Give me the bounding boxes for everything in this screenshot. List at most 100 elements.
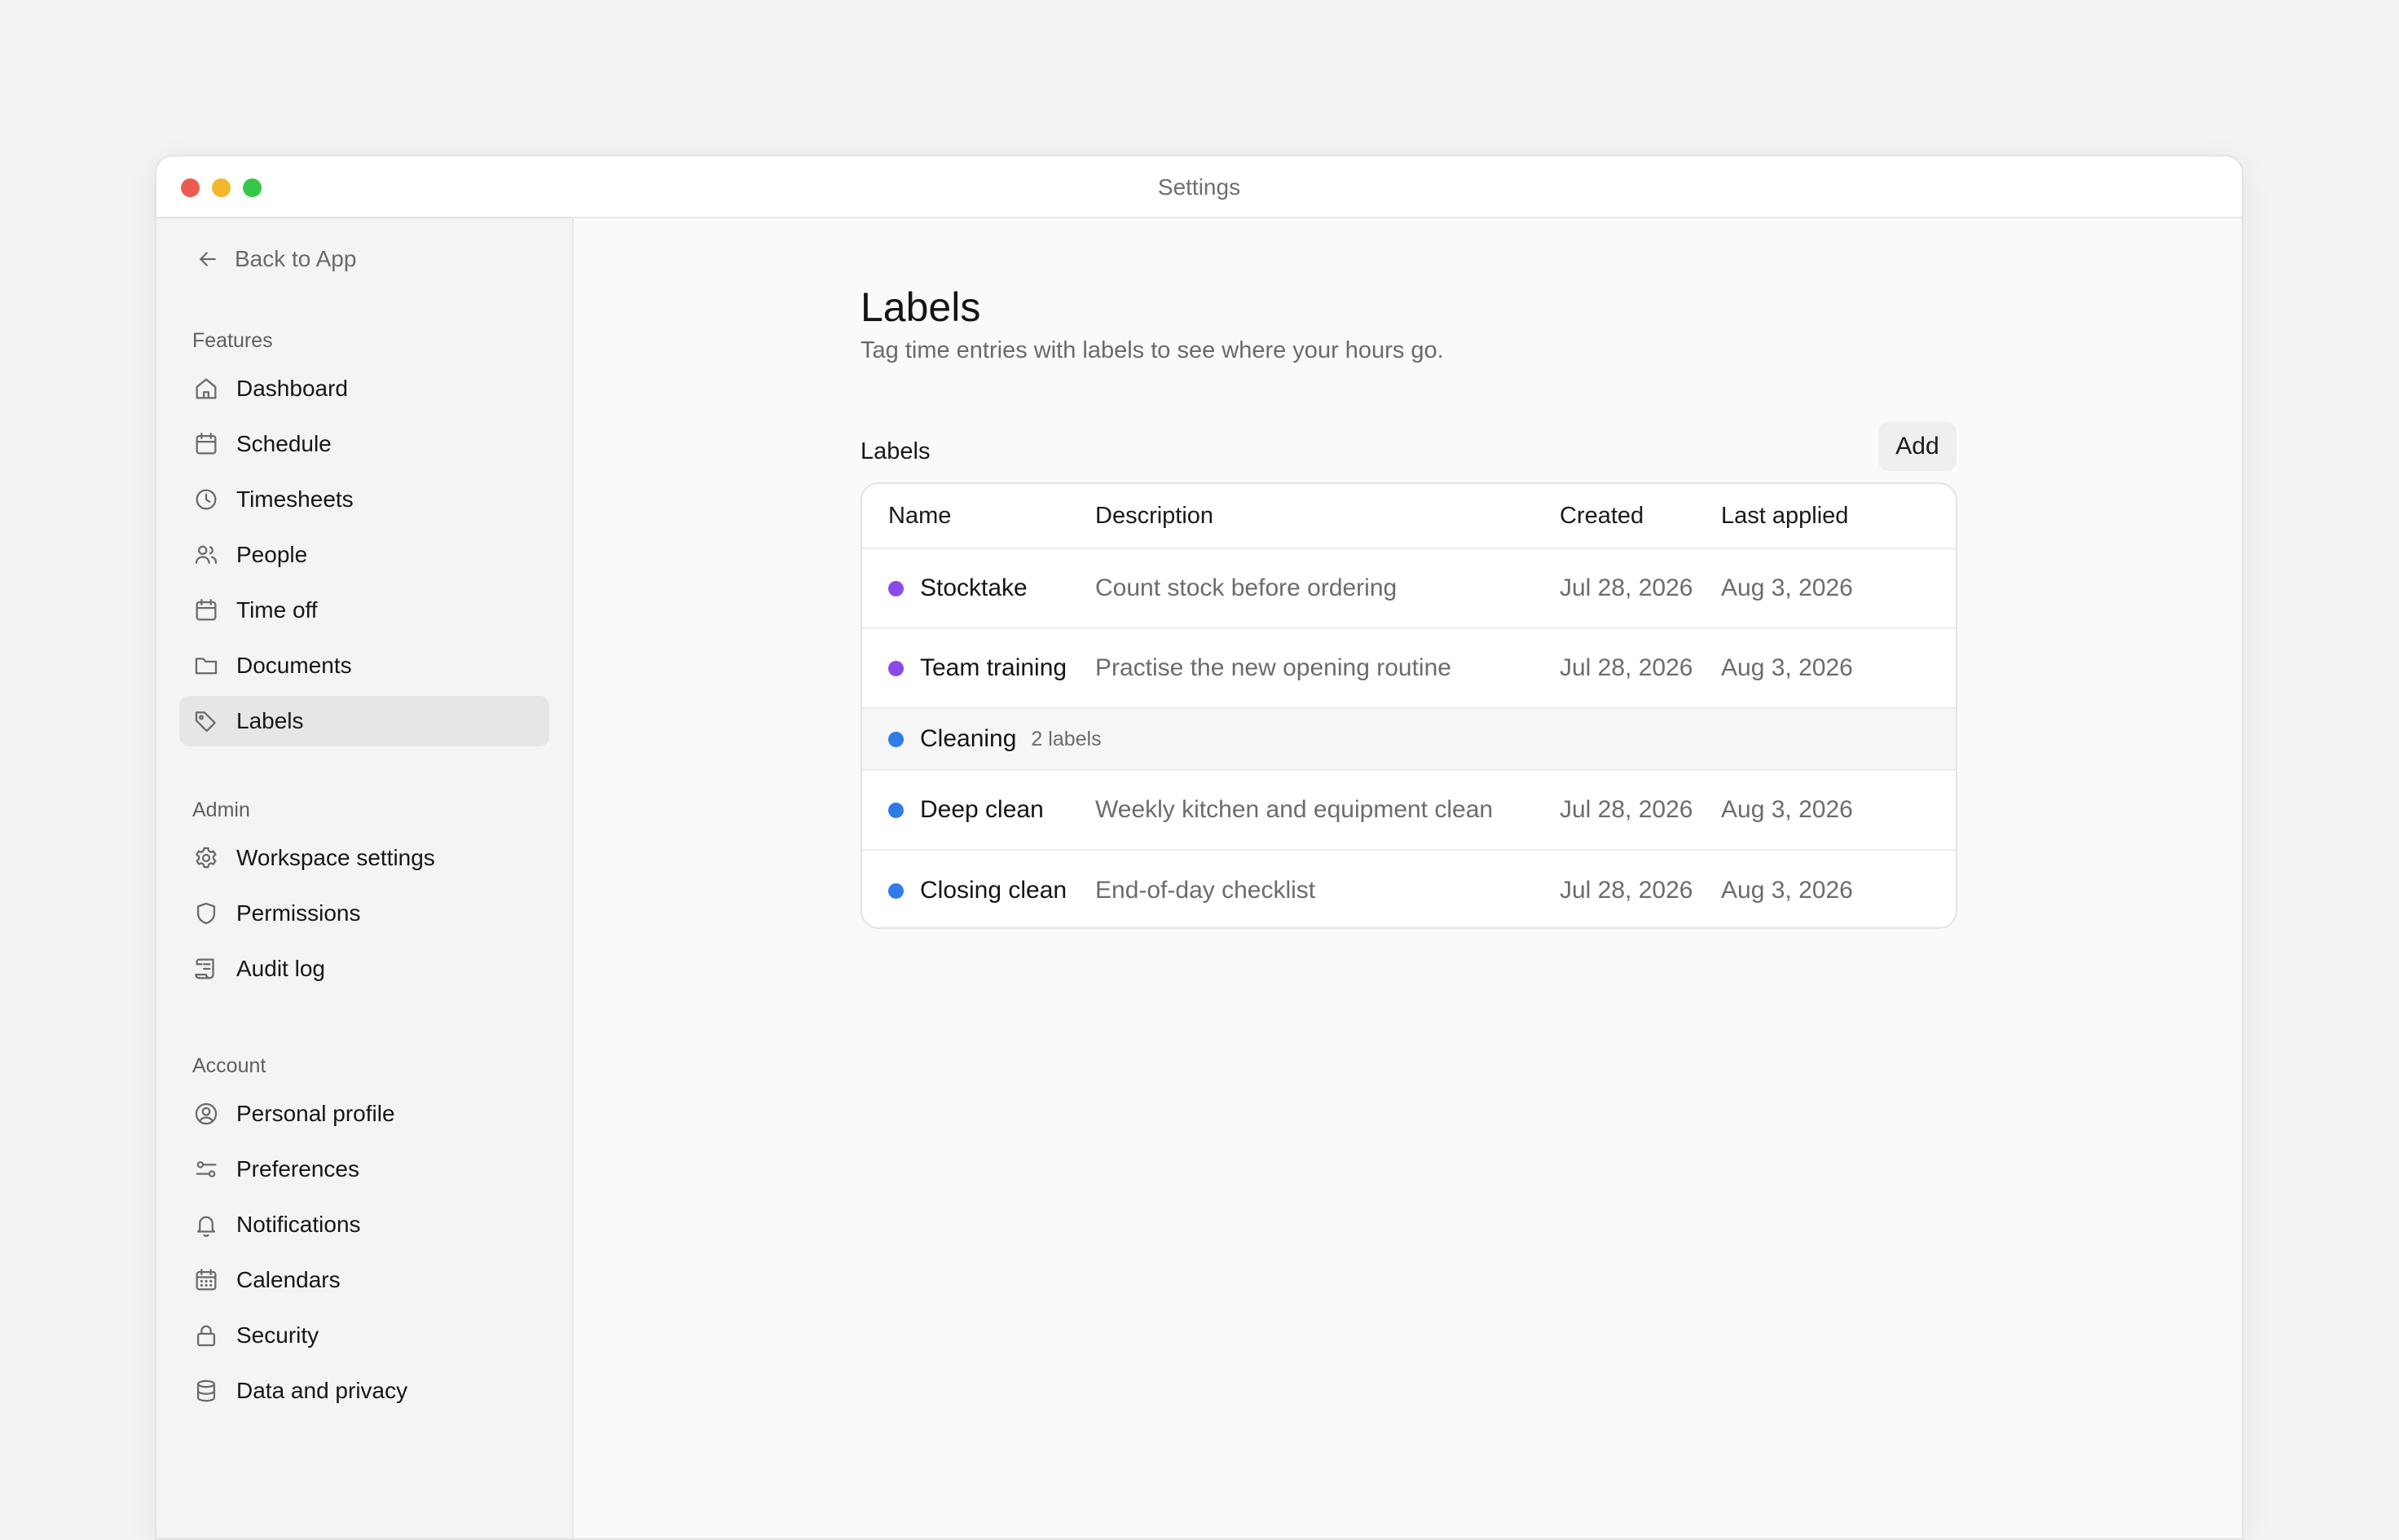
label-last-applied: Aug 3, 2026 [1721,796,1853,823]
column-header-created[interactable]: Created [1560,484,1644,548]
group-label-count: 2 labels [1031,727,1102,750]
sidebar-item-workspace-settings[interactable]: Workspace settings [179,833,549,883]
table-row[interactable]: Stocktake Count stock before ordering Ju… [862,549,1956,629]
add-label-button[interactable]: Add [1878,422,1957,471]
sidebar-item-label: Timesheets [236,486,354,512]
back-to-app-label: Back to App [235,246,357,271]
user-circle-icon [192,1100,220,1128]
title-bar: Settings [156,156,2242,218]
sidebar-item-label: Security [236,1322,319,1348]
label-color-swatch [888,660,904,676]
group-name-cell: Cleaning 2 labels [888,709,1102,769]
sidebar-item-label: Preferences [236,1156,359,1181]
sidebar-item-label: Schedule [236,431,332,456]
label-created: Jul 28, 2026 [1560,574,1693,601]
section-title-account: Account [192,1054,266,1077]
sidebar-item-label: Documents [236,653,352,678]
sidebar-item-calendars[interactable]: Calendars [179,1255,549,1305]
label-description: Practise the new opening routine [1095,654,1451,681]
arrow-left-icon [196,247,220,271]
sidebar-item-label: Personal profile [236,1101,395,1126]
main-content: Labels Tag time entries with labels to s… [574,218,2242,1538]
label-name: Closing clean [920,877,1067,904]
sidebar-item-data-and-privacy[interactable]: Data and privacy [179,1366,549,1416]
back-to-app-link[interactable]: Back to App [196,241,356,277]
bell-icon [192,1211,220,1239]
label-name-cell: Deep clean [888,771,1044,849]
sidebar-item-personal-profile[interactable]: Personal profile [179,1089,549,1139]
tag-icon [192,707,220,735]
sidebar-item-security[interactable]: Security [179,1310,549,1361]
label-last-applied: Aug 3, 2026 [1721,877,1853,904]
label-group-row[interactable]: Cleaning 2 labels [862,709,1956,771]
sidebar-item-label: Labels [236,708,304,733]
labels-section-title: Labels [861,438,931,464]
label-name: Stocktake [920,574,1028,601]
page-subtitle: Tag time entries with labels to see wher… [861,337,1444,363]
sidebar-item-label: Permissions [236,900,361,926]
settings-window: Settings Back to App Features Dashboard … [155,155,2243,1540]
section-title-admin: Admin [192,799,250,821]
sidebar-item-audit-log[interactable]: Audit log [179,944,549,994]
table-row[interactable]: Closing clean End-of-day checklist Jul 2… [862,851,1956,927]
sidebar-item-label: Dashboard [236,376,348,401]
label-created: Jul 28, 2026 [1560,796,1693,823]
group-name: Cleaning [920,725,1017,752]
users-icon [192,541,220,569]
sidebar-item-label: Time off [236,597,318,623]
clock-icon [192,486,220,513]
sidebar-item-label: Workspace settings [236,845,435,870]
sidebar-item-dashboard[interactable]: Dashboard [179,363,549,414]
label-name: Team training [920,654,1067,681]
section-title-features: Features [192,329,273,352]
label-name-cell: Stocktake [888,549,1028,627]
page-title: Labels [861,284,981,330]
table-row[interactable]: Deep clean Weekly kitchen and equipment … [862,771,1956,851]
sidebar-item-documents[interactable]: Documents [179,640,549,691]
label-color-swatch [888,580,904,596]
window-title: Settings [1157,174,1241,200]
label-name: Deep clean [920,796,1044,823]
calendar-icon [192,430,220,458]
sidebar-item-labels[interactable]: Labels [179,696,549,746]
home-icon [192,375,220,403]
sidebar-item-preferences[interactable]: Preferences [179,1144,549,1195]
label-description: Weekly kitchen and equipment clean [1095,796,1494,823]
sidebar-item-timesheets[interactable]: Timesheets [179,474,549,525]
sidebar-item-permissions[interactable]: Permissions [179,888,549,939]
sidebar-item-label: Data and privacy [236,1378,408,1403]
sidebar-item-people[interactable]: People [179,530,549,580]
label-last-applied: Aug 3, 2026 [1721,654,1853,681]
sidebar-item-notifications[interactable]: Notifications [179,1199,549,1250]
lock-icon [192,1322,220,1349]
sidebar-item-schedule[interactable]: Schedule [179,419,549,469]
calendar-icon [192,596,220,624]
sliders-icon [192,1155,220,1183]
label-last-applied: Aug 3, 2026 [1721,574,1853,601]
label-description: Count stock before ordering [1095,574,1398,601]
sidebar: Back to App Features Dashboard Schedule … [156,218,574,1538]
label-created: Jul 28, 2026 [1560,654,1693,681]
label-color-swatch [888,802,904,818]
label-name-cell: Closing clean [888,851,1067,927]
label-description: End-of-day checklist [1095,877,1316,904]
column-header-name[interactable]: Name [888,484,951,548]
group-color-swatch [888,731,904,747]
calendar-grid-icon [192,1266,220,1294]
label-created: Jul 28, 2026 [1560,877,1693,904]
gear-icon [192,844,220,872]
column-header-last-applied[interactable]: Last applied [1721,484,1848,548]
table-row[interactable]: Team training Practise the new opening r… [862,629,1956,709]
sidebar-item-label: Calendars [236,1267,341,1292]
folder-icon [192,652,220,680]
column-header-description[interactable]: Description [1095,484,1213,548]
label-color-swatch [888,882,904,899]
sidebar-item-label: People [236,542,308,567]
label-name-cell: Team training [888,629,1067,707]
scroll-icon [192,955,220,983]
sidebar-item-time-off[interactable]: Time off [179,585,549,636]
shield-icon [192,900,220,927]
table-header-row: Name Description Created Last applied [862,484,1956,549]
database-icon [192,1377,220,1405]
sidebar-item-label: Notifications [236,1212,361,1237]
